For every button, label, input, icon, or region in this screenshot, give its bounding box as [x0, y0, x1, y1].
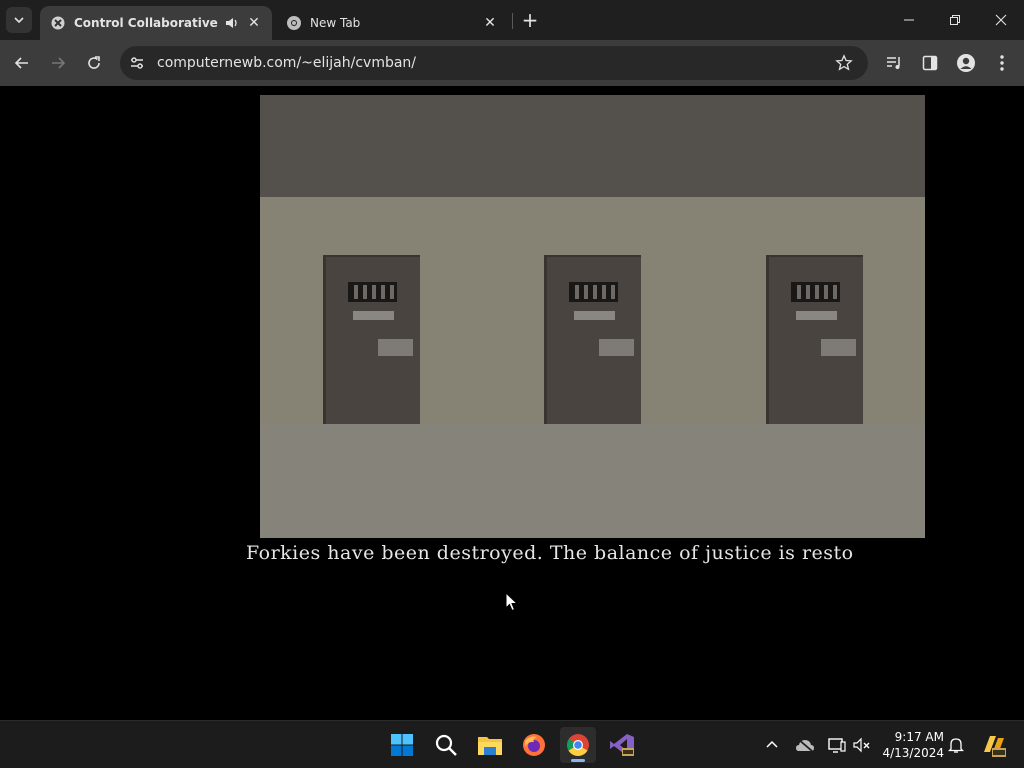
chrome-icon: [567, 734, 589, 756]
firefox-button[interactable]: [516, 727, 552, 763]
chrome-taskbar-button[interactable]: [560, 727, 596, 763]
cell-window-bars: [569, 282, 618, 302]
tab-title: Control Collaborative Virtu: [74, 16, 218, 30]
visual-studio-preview-button[interactable]: [604, 727, 640, 763]
volume-muted-icon[interactable]: [852, 735, 872, 755]
chevron-up-icon: [766, 740, 778, 748]
side-panel-icon[interactable]: [920, 53, 940, 73]
site-settings-icon[interactable]: [128, 54, 146, 72]
clock-date: 4/13/2024: [882, 746, 944, 760]
tab-strip: Control Collaborative Virtu ✕ New Tab ✕ …: [0, 0, 1024, 40]
minimize-icon: [904, 19, 914, 21]
new-tab-button[interactable]: +: [520, 10, 540, 30]
tab-control-collaborative[interactable]: Control Collaborative Virtu ✕: [40, 6, 272, 40]
cell-window-bars: [348, 282, 397, 302]
back-button[interactable]: [9, 50, 35, 76]
speaker-icon[interactable]: [224, 15, 240, 31]
cell-nameplate: [574, 311, 615, 320]
url-text[interactable]: computernewb.com/~elijah/cvmban/: [157, 55, 416, 71]
chrome-favicon-icon: [286, 15, 302, 31]
profile-avatar-icon[interactable]: [956, 53, 976, 73]
windows-taskbar: 9:17 AM 4/13/2024: [0, 720, 1024, 768]
cell-food-slot: [378, 339, 413, 356]
firefox-icon: [523, 734, 545, 756]
visual-studio-icon: [610, 734, 634, 756]
reload-button[interactable]: [81, 50, 107, 76]
tab-search-button[interactable]: [6, 7, 32, 33]
forward-button[interactable]: [45, 50, 71, 76]
media-controls-icon[interactable]: [884, 53, 904, 73]
notification-bell-icon[interactable]: [946, 735, 966, 755]
active-app-indicator: [571, 759, 585, 762]
folder-icon: [478, 737, 502, 755]
minimize-button[interactable]: [886, 0, 932, 40]
close-tab-icon[interactable]: ✕: [482, 15, 498, 31]
tab-separator: [512, 13, 513, 29]
taskbar-search-button[interactable]: [428, 727, 464, 763]
game-canvas[interactable]: [260, 95, 925, 538]
cell-window-bars: [791, 282, 840, 302]
close-window-button[interactable]: [978, 0, 1024, 40]
clock-time: 9:17 AM: [894, 730, 944, 744]
restore-button[interactable]: [932, 0, 978, 40]
copilot-preview-icon[interactable]: [980, 732, 1006, 758]
show-hidden-icons-button[interactable]: [762, 735, 782, 755]
cell-food-slot: [821, 339, 856, 356]
prison-floor: [260, 424, 925, 538]
chevron-down-icon: [14, 17, 24, 24]
file-explorer-button[interactable]: [472, 727, 508, 763]
windows-logo-icon: [391, 734, 413, 756]
restore-icon: [950, 15, 960, 25]
close-tab-icon[interactable]: ✕: [246, 15, 262, 31]
cell-door: [323, 255, 420, 424]
cell-nameplate: [796, 311, 837, 320]
network-icon[interactable]: [827, 735, 847, 755]
game-subtitle: Forkies have been destroyed. The balance…: [246, 542, 854, 564]
reload-icon: [88, 56, 100, 69]
cell-door: [766, 255, 863, 424]
search-icon: [435, 734, 457, 756]
bookmark-star-icon[interactable]: [835, 54, 853, 72]
taskbar-clock[interactable]: 9:17 AM 4/13/2024: [880, 729, 944, 761]
tab-title: New Tab: [310, 16, 361, 30]
menu-kebab-icon[interactable]: [992, 53, 1012, 73]
close-icon: [995, 14, 1007, 26]
start-button[interactable]: [384, 727, 420, 763]
mouse-cursor-icon: [505, 592, 519, 612]
cell-nameplate: [353, 311, 394, 320]
cvm-favicon-icon: [50, 15, 66, 31]
page-content: Forkies have been destroyed. The balance…: [0, 86, 1024, 720]
onedrive-offline-icon[interactable]: [795, 735, 815, 755]
tab-new-tab[interactable]: New Tab ✕: [276, 6, 508, 40]
cell-food-slot: [599, 339, 634, 356]
cell-door: [544, 255, 641, 424]
browser-toolbar: computernewb.com/~elijah/cvmban/: [0, 40, 1024, 86]
address-bar[interactable]: computernewb.com/~elijah/cvmban/: [120, 46, 868, 80]
forward-arrow-icon: [52, 57, 66, 69]
back-arrow-icon: [14, 57, 28, 69]
prison-ceiling: [260, 95, 925, 197]
